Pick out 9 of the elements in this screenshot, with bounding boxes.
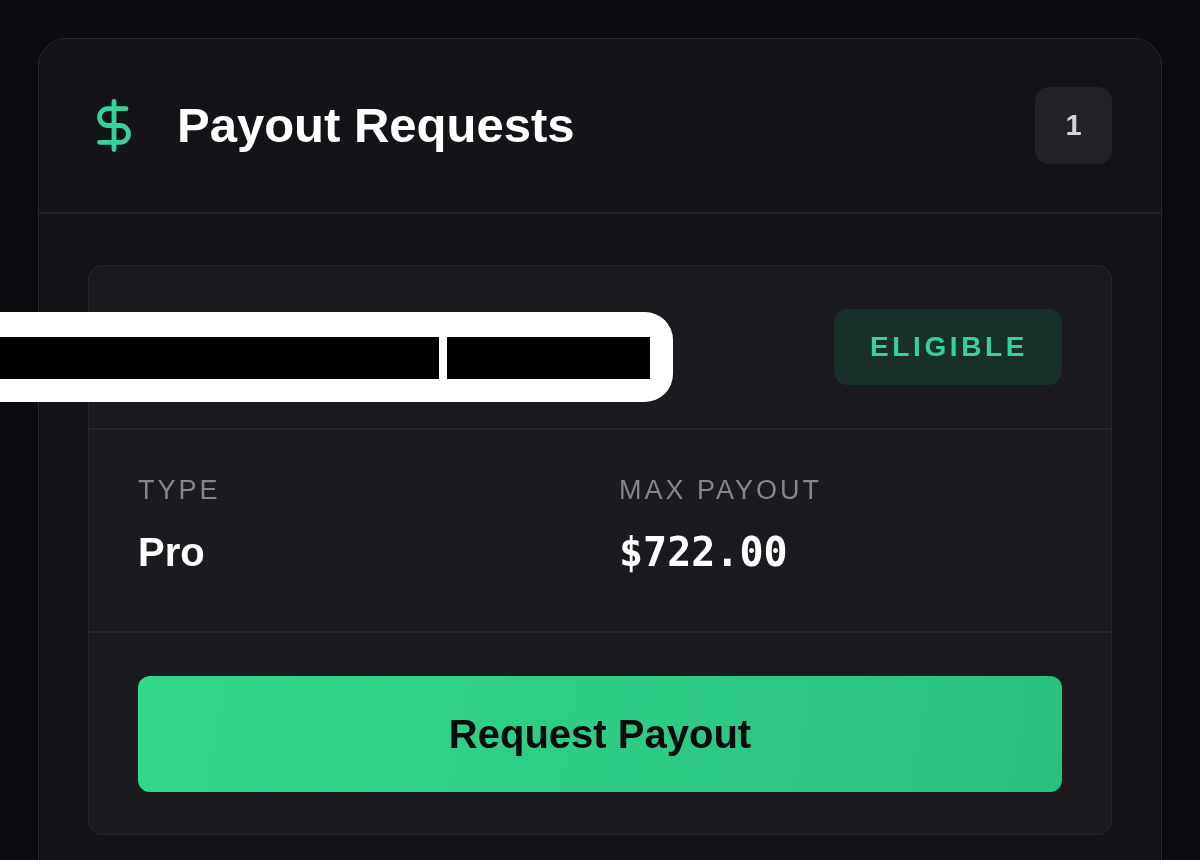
field-value: Pro: [138, 529, 205, 577]
request-payout-button[interactable]: Request Payout: [138, 676, 1062, 793]
field-label: MAX PAYOUT: [619, 474, 823, 507]
panel-title: Payout Requests: [177, 97, 575, 155]
field-label: TYPE: [138, 474, 221, 507]
field-value: $722.00: [619, 528, 788, 577]
dollar-icon: [97, 99, 131, 152]
count-badge: 1: [1035, 87, 1112, 164]
status-badge: ELIGIBLE: [834, 309, 1062, 385]
